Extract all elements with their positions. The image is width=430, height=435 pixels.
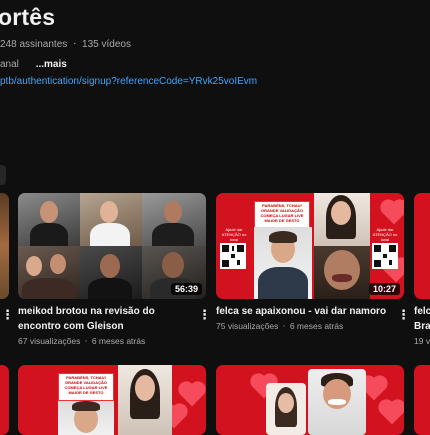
video-title-line: felca bbox=[414, 306, 430, 317]
video-title[interactable]: meikod brotou na revisão do encontro com… bbox=[18, 304, 190, 334]
video-thumbnail[interactable] bbox=[216, 365, 404, 435]
thumbnail-badge: PARABÉNS, TCHAU! GRANDE VALIDAÇÃO COMEÇA… bbox=[254, 201, 310, 229]
subscriber-count: 248 assinantes bbox=[0, 39, 68, 50]
filter-chip[interactable] bbox=[0, 165, 6, 185]
video-thumbnail[interactable]: PARABÉNS, TCHAU! GRANDE VALIDAÇÃO COMEÇA… bbox=[18, 365, 206, 435]
video-thumbnail[interactable]: PARABÉNS, TCHAU! GRANDE VALIDAÇÃO COMEÇA… bbox=[216, 193, 404, 299]
video-thumbnail[interactable]: 56:39 bbox=[18, 193, 206, 299]
more-options-icon[interactable]: ⋮ bbox=[397, 308, 410, 321]
video-title[interactable]: felca se apaixonou - vai dar namoro bbox=[216, 304, 388, 319]
thumbnail-caption: Ajude dar ATENÇÃO no kwai bbox=[372, 227, 398, 242]
qr-code bbox=[372, 243, 398, 269]
video-thumbnail[interactable] bbox=[414, 193, 430, 299]
video-count: 135 vídeos bbox=[82, 39, 131, 50]
upload-age: 6 meses atrás bbox=[289, 321, 344, 331]
upload-age: 6 meses atrás bbox=[91, 336, 146, 346]
video-thumbnail[interactable] bbox=[0, 365, 9, 435]
video-thumbnail[interactable] bbox=[0, 193, 9, 299]
channel-title: ortês bbox=[0, 4, 56, 30]
video-duration: 10:27 bbox=[368, 283, 400, 295]
view-count: 19 visu bbox=[414, 336, 430, 346]
video-title-line: Bras bbox=[414, 321, 430, 332]
channel-description[interactable]: anal ...mais bbox=[0, 59, 67, 70]
description-text: anal bbox=[0, 59, 19, 70]
channel-link[interactable]: ptb/authentication/signup?referenceCode=… bbox=[0, 76, 257, 87]
meta-separator: ‧ bbox=[84, 336, 88, 346]
more-button[interactable]: ...mais bbox=[36, 59, 67, 70]
more-options-icon[interactable]: ⋮ bbox=[198, 308, 211, 321]
channel-stats: 248 assinantes ‧ 135 vídeos bbox=[0, 39, 131, 50]
video-duration: 56:39 bbox=[170, 283, 202, 295]
video-thumbnail[interactable] bbox=[414, 365, 430, 435]
stats-separator: ‧ bbox=[73, 39, 77, 50]
qr-code bbox=[220, 243, 246, 269]
thumbnail-badge: PARABÉNS, TCHAU! GRANDE VALIDAÇÃO COMEÇA… bbox=[58, 373, 114, 401]
more-options-icon[interactable]: ⋮ bbox=[1, 308, 14, 321]
view-count: 67 visualizações bbox=[18, 336, 81, 346]
view-count: 75 visualizações bbox=[216, 321, 279, 331]
video-meta: 75 visualizações ‧ 6 meses atrás bbox=[216, 321, 343, 332]
thumbnail-caption: Ajude dar ATENÇÃO no kwai bbox=[221, 227, 247, 242]
video-title[interactable]: felca Bras bbox=[414, 304, 430, 334]
video-meta: 67 visualizações ‧ 6 meses atrás bbox=[18, 336, 145, 347]
meta-separator: ‧ bbox=[282, 321, 286, 331]
